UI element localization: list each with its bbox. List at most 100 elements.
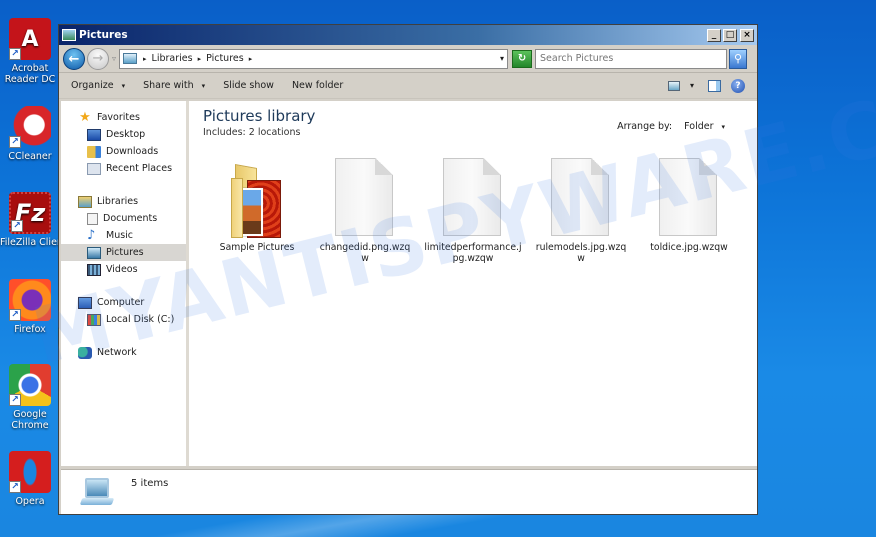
- shortcut-arrow-icon: ↗: [9, 394, 21, 406]
- maximize-button[interactable]: □: [723, 28, 737, 42]
- star-icon: ★: [79, 109, 91, 125]
- downloads-icon: [87, 145, 101, 158]
- recent-places-icon: [87, 162, 101, 175]
- arrange-by-dropdown[interactable]: Folder: [684, 121, 713, 132]
- file-name: Sample Pictures: [219, 242, 295, 253]
- folder-icon: [227, 158, 287, 238]
- nav-item-desktop[interactable]: Desktop: [61, 126, 186, 143]
- back-button[interactable]: ←: [63, 47, 85, 70]
- explorer-body: ★ Favorites Desktop Downloads Recent Plac…: [61, 101, 757, 466]
- nav-item-downloads[interactable]: Downloads: [61, 143, 186, 160]
- organize-button[interactable]: Organize ▾: [71, 80, 125, 91]
- nav-group-favorites: ★ Favorites Desktop Downloads Recent Plac…: [61, 109, 186, 177]
- address-dropdown-button[interactable]: ▾: [500, 54, 504, 63]
- shortcut-arrow-icon: ↗: [9, 48, 21, 60]
- breadcrumb-pictures[interactable]: Pictures: [206, 53, 244, 64]
- pictures-library-icon: [123, 53, 138, 64]
- pictures-icon: [87, 246, 101, 259]
- file-name: rulemodels.jpg.wzqw: [535, 242, 627, 264]
- explorer-window: Pictures _ □ × ← → ▿ ▸ Libraries ▸ Pictu…: [58, 24, 758, 515]
- breadcrumb-separator[interactable]: ▸: [198, 55, 202, 63]
- local-disk-icon: [87, 313, 101, 326]
- command-bar: Organize ▾ Share with ▾ Slide show New fol…: [59, 73, 757, 99]
- breadcrumb-separator[interactable]: ▸: [143, 55, 147, 63]
- help-icon[interactable]: ?: [731, 78, 745, 93]
- file-list-pane[interactable]: Pictures library Includes: 2 locations A…: [189, 101, 757, 466]
- forward-button[interactable]: →: [87, 47, 109, 70]
- opera-icon: ↗: [9, 451, 51, 493]
- nav-item-documents[interactable]: Documents: [61, 210, 186, 227]
- nav-item-libraries[interactable]: Libraries: [61, 193, 186, 210]
- chrome-icon: ↗: [9, 364, 51, 406]
- recent-pages-dropdown[interactable]: ▿: [112, 54, 116, 63]
- chevron-down-icon: ▾: [201, 81, 206, 90]
- computer-icon: [78, 296, 92, 309]
- firefox-icon: ↗: [9, 279, 51, 321]
- refresh-button[interactable]: ↻: [512, 49, 533, 68]
- shortcut-arrow-icon: ↗: [9, 481, 21, 493]
- desktop-icon-filezilla[interactable]: Fz↗ FileZilla Client: [0, 192, 60, 248]
- search-icon[interactable]: ⚲: [729, 48, 748, 69]
- file-item[interactable]: rulemodels.jpg.wzqw: [527, 158, 635, 264]
- breadcrumb-libraries[interactable]: Libraries: [152, 53, 193, 64]
- desktop-icon-acrobat[interactable]: A ↗ Acrobat Reader DC: [0, 18, 60, 85]
- file-item-sample-pictures[interactable]: Sample Pictures: [203, 158, 311, 264]
- blank-file-icon: [551, 158, 611, 238]
- breadcrumb-separator[interactable]: ▸: [249, 55, 253, 63]
- file-item[interactable]: changedid.png.wzqw: [311, 158, 419, 264]
- nav-item-local-disk[interactable]: Local Disk (C:): [61, 311, 186, 328]
- arrange-by: Arrange by: Folder ▾: [617, 121, 725, 132]
- chevron-down-icon: ▾: [121, 81, 126, 90]
- nav-item-pictures[interactable]: Pictures: [61, 244, 186, 261]
- window-title: Pictures: [79, 29, 128, 41]
- minimize-button[interactable]: _: [707, 28, 721, 42]
- blank-file-icon: [659, 158, 719, 238]
- desktop-icon-label: Firefox: [14, 324, 46, 335]
- title-bar[interactable]: Pictures _ □ ×: [59, 25, 757, 45]
- slide-show-button[interactable]: Slide show: [223, 80, 274, 91]
- nav-item-network[interactable]: Network: [61, 344, 186, 361]
- nav-item-videos[interactable]: Videos: [61, 261, 186, 278]
- nav-group-libraries: Libraries Documents ♪ Music Pictures Vide…: [61, 193, 186, 278]
- breadcrumb[interactable]: ▸ Libraries ▸ Pictures ▸ ▾: [119, 48, 509, 69]
- arrange-by-label: Arrange by:: [617, 121, 673, 132]
- desktop-icon: [87, 128, 101, 141]
- navigation-pane[interactable]: ★ Favorites Desktop Downloads Recent Plac…: [61, 101, 189, 466]
- ccleaner-icon: ↗: [9, 106, 51, 148]
- blank-file-icon: [335, 158, 395, 238]
- file-name: limitedperformance.jpg.wzqw: [424, 242, 522, 264]
- desktop-icon-label: Reader DC: [4, 74, 56, 85]
- file-name: toldice.jpg.wzqw: [650, 242, 728, 253]
- share-with-button[interactable]: Share with ▾: [143, 80, 205, 91]
- view-options-dropdown[interactable]: ▾: [690, 81, 694, 90]
- desktop-icon-label: Chrome: [11, 420, 49, 431]
- desktop-icon-label: CCleaner: [8, 151, 52, 162]
- file-grid: Sample Pictures changedid.png.wzqw limit…: [203, 158, 743, 264]
- desktop-icon-firefox[interactable]: ↗ Firefox: [0, 279, 60, 335]
- nav-item-favorites[interactable]: ★ Favorites: [61, 109, 186, 126]
- desktop-icon-opera[interactable]: ↗ Opera: [0, 451, 60, 507]
- library-laptop-icon: [79, 478, 115, 506]
- nav-item-recent-places[interactable]: Recent Places: [61, 160, 186, 177]
- nav-item-computer[interactable]: Computer: [61, 294, 186, 311]
- search-input[interactable]: [535, 48, 728, 69]
- desktop-icon-ccleaner[interactable]: ↗ CCleaner: [0, 106, 60, 162]
- chevron-down-icon[interactable]: ▾: [721, 123, 725, 131]
- preview-pane-icon[interactable]: [708, 79, 721, 92]
- change-view-icon[interactable]: [667, 80, 680, 91]
- file-item[interactable]: toldice.jpg.wzqw: [635, 158, 743, 264]
- blank-file-icon: [443, 158, 503, 238]
- file-name: changedid.png.wzqw: [319, 242, 411, 264]
- file-item[interactable]: limitedperformance.jpg.wzqw: [419, 158, 527, 264]
- libraries-icon: [78, 195, 92, 208]
- music-icon: ♪: [87, 227, 96, 243]
- close-button[interactable]: ×: [740, 28, 754, 42]
- nav-group-computer: Computer Local Disk (C:): [61, 294, 186, 328]
- item-count: 5 items: [131, 478, 169, 489]
- nav-item-music[interactable]: ♪ Music: [61, 227, 186, 244]
- desktop-icon-label: Acrobat: [11, 63, 49, 74]
- nav-group-network: Network: [61, 344, 186, 361]
- shortcut-arrow-icon: ↗: [9, 136, 21, 148]
- new-folder-button[interactable]: New folder: [292, 80, 343, 91]
- desktop-icon-chrome[interactable]: ↗ Google Chrome: [0, 364, 60, 431]
